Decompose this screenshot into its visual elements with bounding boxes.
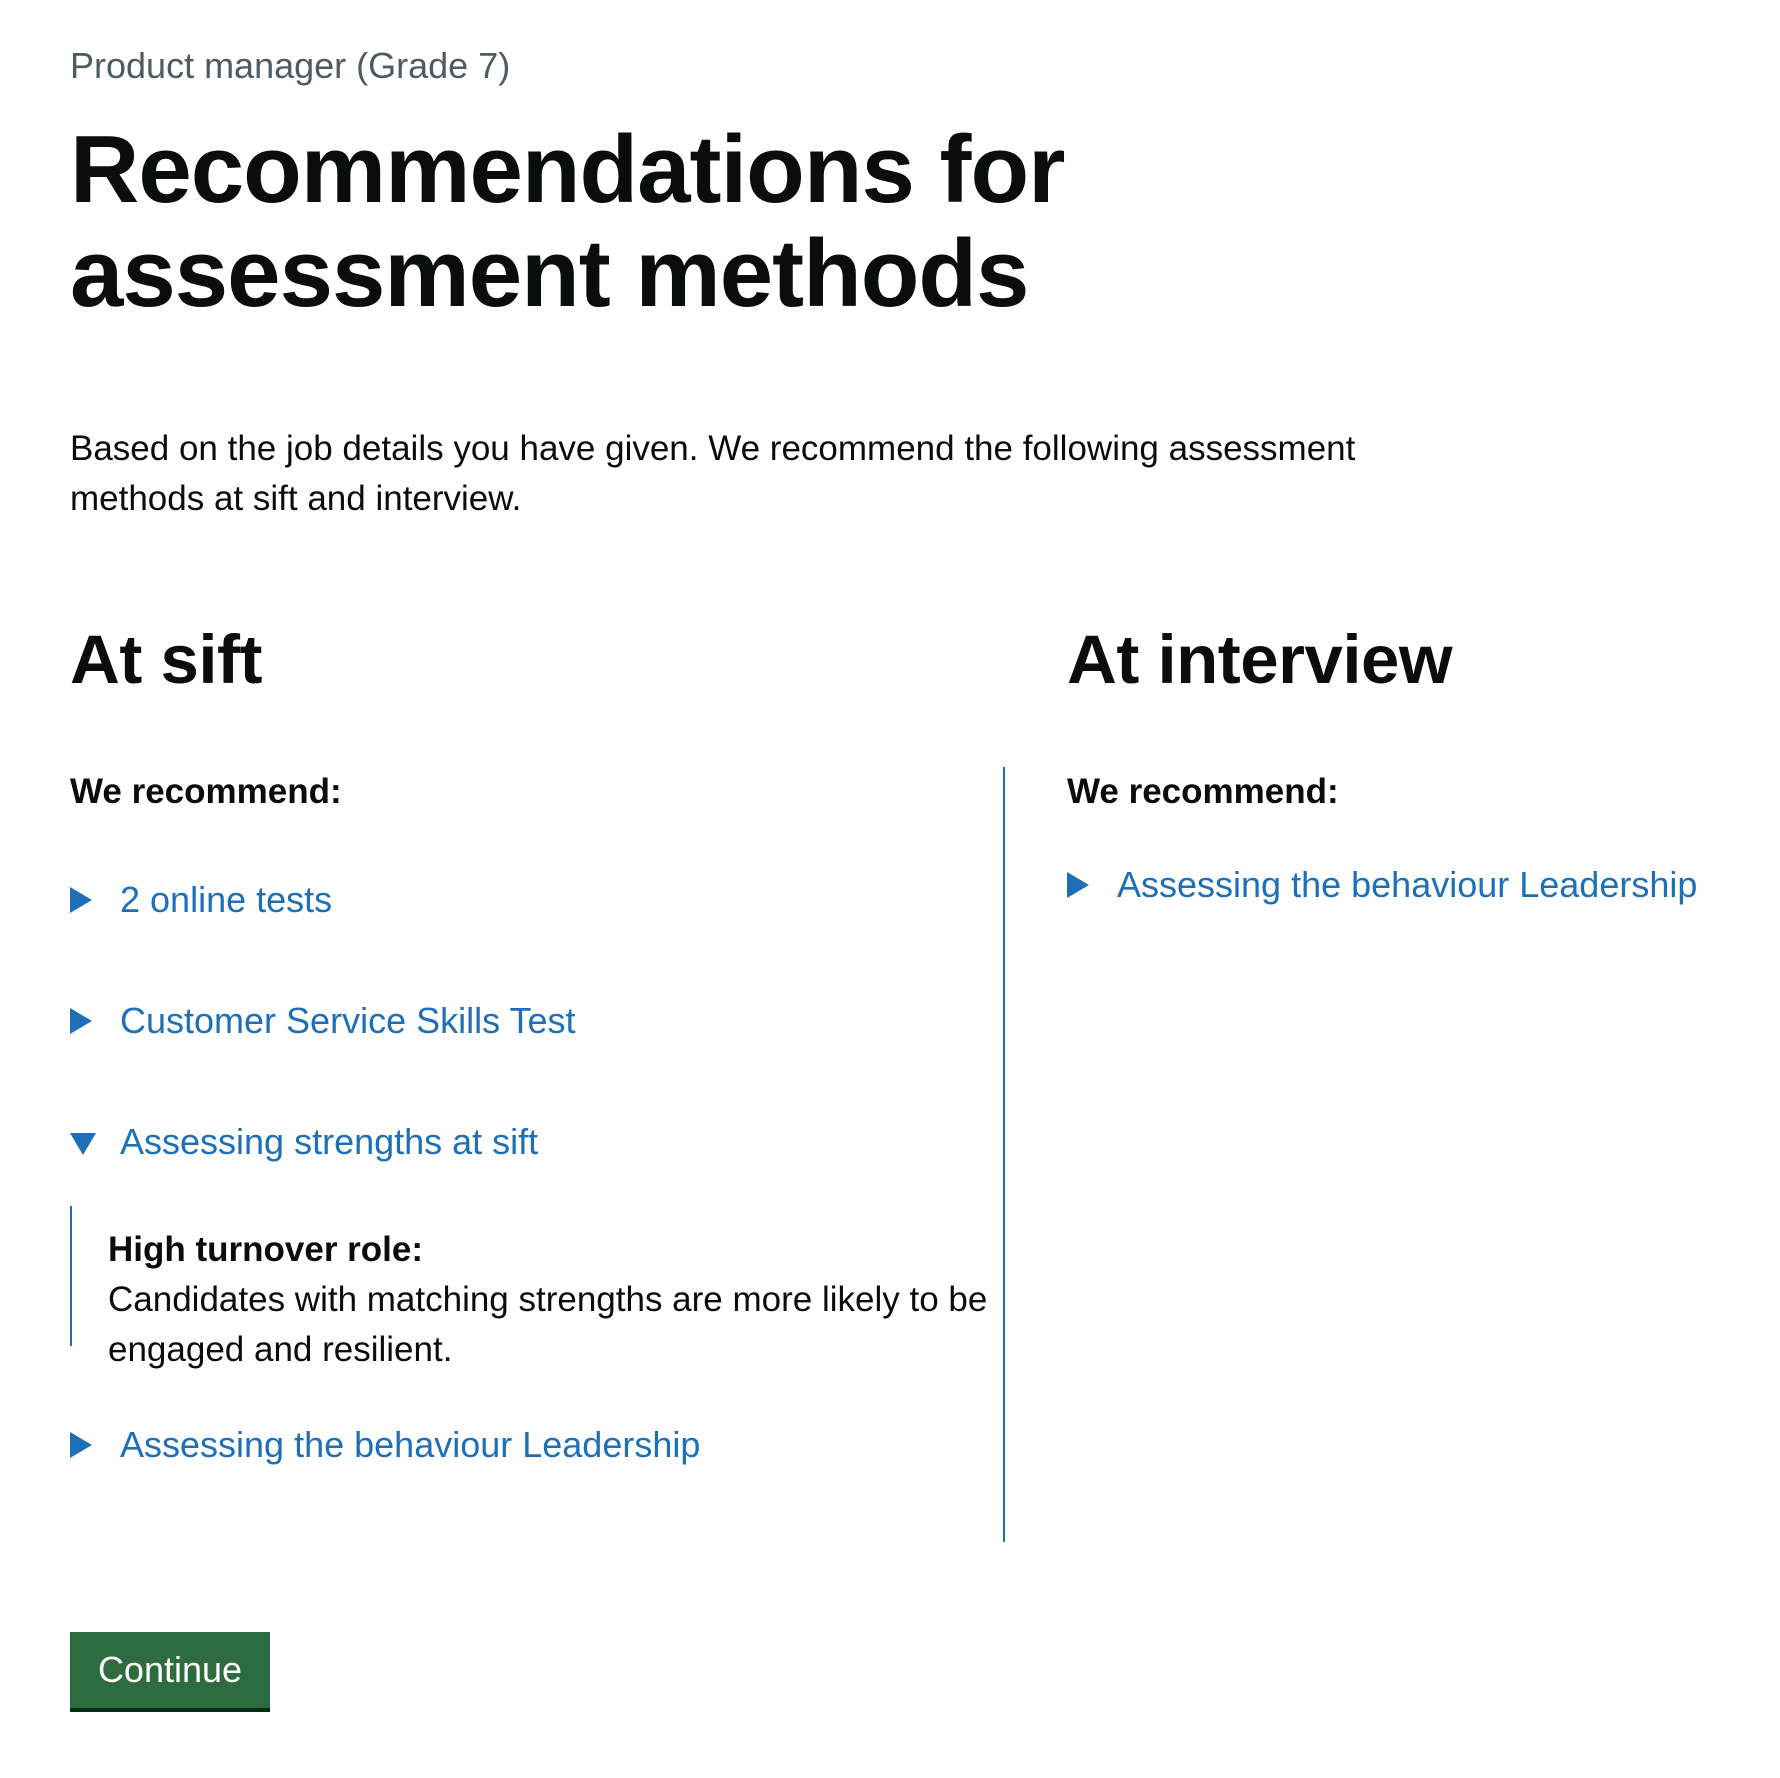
- sift-item-online-tests[interactable]: 2 online tests: [70, 877, 770, 927]
- summary-label[interactable]: 2 online tests: [120, 877, 332, 923]
- summary-label[interactable]: Assessing strengths at sift: [120, 1119, 538, 1165]
- page-title: Recommendations for assessment methods: [70, 116, 1065, 327]
- caret-right-icon: [70, 887, 92, 913]
- sift-item-behaviour-leadership[interactable]: Assessing the behaviour Leadership: [70, 1422, 790, 1472]
- column-divider: [1003, 767, 1005, 1542]
- details-panel-border: [70, 1206, 72, 1346]
- caret-down-icon: [70, 1133, 96, 1155]
- summary-label[interactable]: Assessing the behaviour Leadership: [1117, 862, 1697, 908]
- interview-recommend-label: We recommend:: [1067, 772, 1339, 811]
- caret-right-icon: [70, 1432, 92, 1458]
- panel-heading: High turnover role:: [108, 1230, 424, 1269]
- caret-right-icon: [1067, 872, 1089, 898]
- continue-button[interactable]: Continue: [70, 1632, 270, 1708]
- interview-heading: At interview: [1067, 621, 1453, 698]
- sift-heading: At sift: [70, 621, 262, 698]
- summary-label[interactable]: Assessing the behaviour Leadership: [120, 1422, 700, 1468]
- sift-item-customer-service-test[interactable]: Customer Service Skills Test: [70, 998, 770, 1048]
- caret-right-icon: [70, 1008, 92, 1034]
- intro-text: Based on the job details you have given.…: [70, 429, 1356, 518]
- page-caption: Product manager (Grade 7): [70, 45, 511, 86]
- sift-item-strengths[interactable]: Assessing strengths at sift: [70, 1119, 770, 1169]
- summary-label[interactable]: Customer Service Skills Test: [120, 998, 575, 1044]
- interview-item-behaviour-leadership[interactable]: Assessing the behaviour Leadership: [1067, 862, 1767, 912]
- sift-column: At sift We recommend:: [70, 620, 970, 700]
- strengths-details-panel: High turnover role: Candidates with matc…: [108, 1225, 988, 1375]
- panel-body: Candidates with matching strengths are m…: [108, 1280, 988, 1369]
- interview-column: At interview: [1067, 620, 1453, 700]
- sift-recommend-label-visible: We recommend:: [70, 772, 342, 811]
